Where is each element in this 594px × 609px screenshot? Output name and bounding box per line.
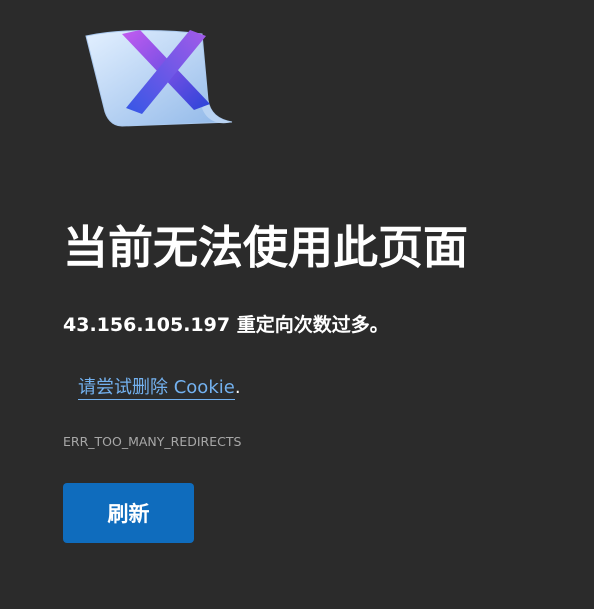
error-message: 43.156.105.197 重定向次数过多。 — [63, 314, 389, 336]
delete-cookie-link[interactable]: 请尝试删除 Cookie — [78, 377, 235, 400]
refresh-button[interactable]: 刷新 — [63, 483, 194, 543]
error-code: ERR_TOO_MANY_REDIRECTS — [63, 434, 242, 449]
page-title: 当前无法使用此页面 — [63, 221, 469, 274]
suggestion-suffix: . — [234, 377, 241, 398]
error-x-document-icon — [82, 22, 242, 132]
suggestion-text: 请尝试删除 Cookie. — [78, 373, 241, 403]
error-page: 当前无法使用此页面 43.156.105.197 重定向次数过多。 请尝试删除 … — [0, 0, 594, 609]
